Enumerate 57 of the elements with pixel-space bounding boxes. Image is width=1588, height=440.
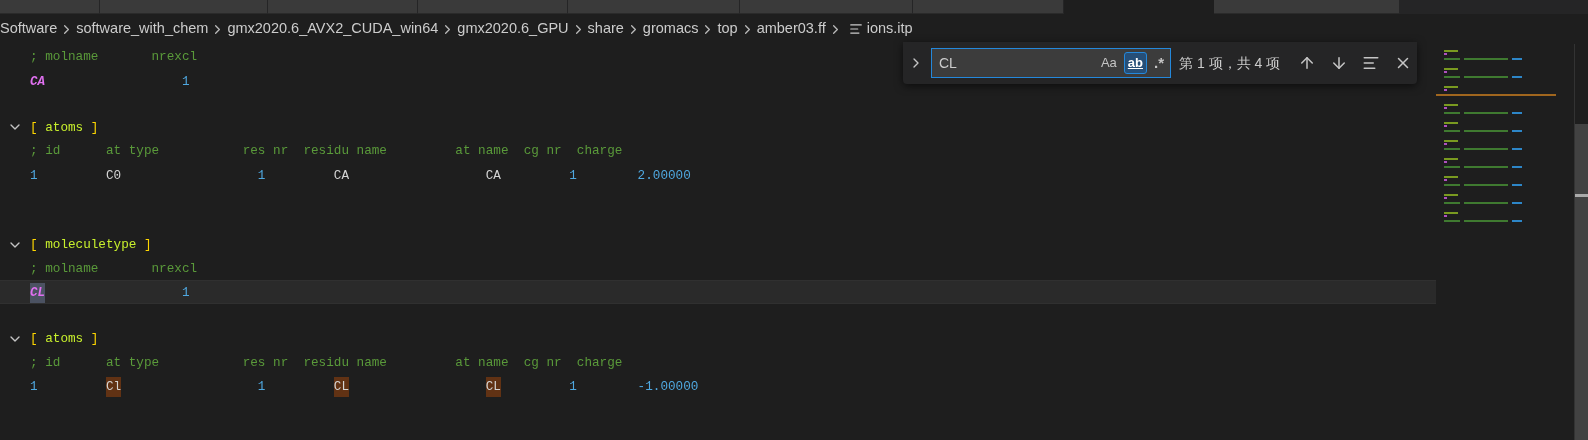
- editor-tab[interactable]: [418, 0, 568, 14]
- editor-tab[interactable]: [100, 0, 268, 14]
- code-comment: ; molname nrexcl: [30, 259, 198, 278]
- editor-tab[interactable]: [0, 0, 100, 14]
- bracket: [: [30, 236, 38, 255]
- code-token: 1: [257, 166, 266, 185]
- code-token: 1: [181, 72, 190, 91]
- editor-tab[interactable]: [1214, 0, 1400, 14]
- breadcrumb-item[interactable]: gmx2020.6_GPU: [457, 18, 569, 40]
- bracket: ]: [143, 236, 152, 255]
- scrollbar[interactable]: [1574, 44, 1588, 440]
- breadcrumb-item[interactable]: top: [717, 18, 738, 40]
- section-name: moleculetype: [45, 236, 137, 255]
- code-token: 1: [569, 166, 577, 185]
- code-comment: ; id at type res nr residu name at name cg nr charge: [30, 142, 623, 161]
- code-token: 1: [257, 378, 266, 396]
- file-lines-icon: [848, 22, 863, 36]
- toggle-button[interactable]: ab: [1123, 52, 1147, 74]
- breadcrumb-item[interactable]: gmx2020.6_AVX2_CUDA_win64: [227, 18, 439, 40]
- code-token: 1: [30, 166, 38, 185]
- bracket: [: [30, 118, 38, 137]
- code-token: CA: [485, 166, 501, 185]
- code-token: 1: [181, 284, 190, 302]
- match-count: 第 1 项，共 4 项: [1179, 53, 1281, 73]
- code-token: CL: [485, 377, 501, 397]
- bracket: [: [30, 330, 38, 349]
- code-token: 1: [569, 378, 577, 396]
- code-comment: ; id at type res nr residu name at name cg nr charge: [30, 353, 623, 372]
- editor-tab[interactable]: [1064, 0, 1214, 14]
- breadcrumb-item[interactable]: share: [587, 18, 624, 40]
- code-token: C0: [105, 166, 122, 185]
- find-input[interactable]: CL Aa ab .*: [931, 48, 1171, 78]
- breadcrumb-item[interactable]: amber03.ff: [756, 18, 826, 40]
- code-token: 2.00000: [637, 166, 691, 185]
- code-token: CL: [333, 377, 349, 397]
- section-name: atoms: [45, 330, 84, 349]
- editor-tab[interactable]: [740, 0, 913, 14]
- bracket: ]: [90, 118, 99, 137]
- section-name: atoms: [45, 118, 84, 137]
- code-token: CL: [30, 283, 46, 303]
- editor-tab[interactable]: [568, 0, 740, 14]
- breadcrumb-item[interactable]: software_with_chem: [76, 18, 209, 40]
- editor-tab[interactable]: [268, 0, 418, 14]
- lines-icon: [1362, 54, 1381, 72]
- editor-tab[interactable]: [913, 0, 1064, 14]
- code-comment: ; molname nrexcl: [30, 48, 198, 67]
- code-token: CA: [333, 166, 349, 185]
- code-token: Cl: [105, 377, 122, 397]
- toggle-button[interactable]: Aa: [1096, 52, 1121, 74]
- code-token: CA: [30, 72, 46, 91]
- breadcrumb-item[interactable]: gromacs: [642, 18, 699, 40]
- code-token: -1.00000: [637, 378, 699, 396]
- bracket: ]: [90, 330, 99, 349]
- breadcrumb-item[interactable]: Software: [0, 18, 58, 40]
- toggle-button[interactable]: .*: [1150, 52, 1168, 74]
- code-token: 1: [30, 378, 38, 396]
- breadcrumb-item[interactable]: ions.itp: [866, 18, 913, 40]
